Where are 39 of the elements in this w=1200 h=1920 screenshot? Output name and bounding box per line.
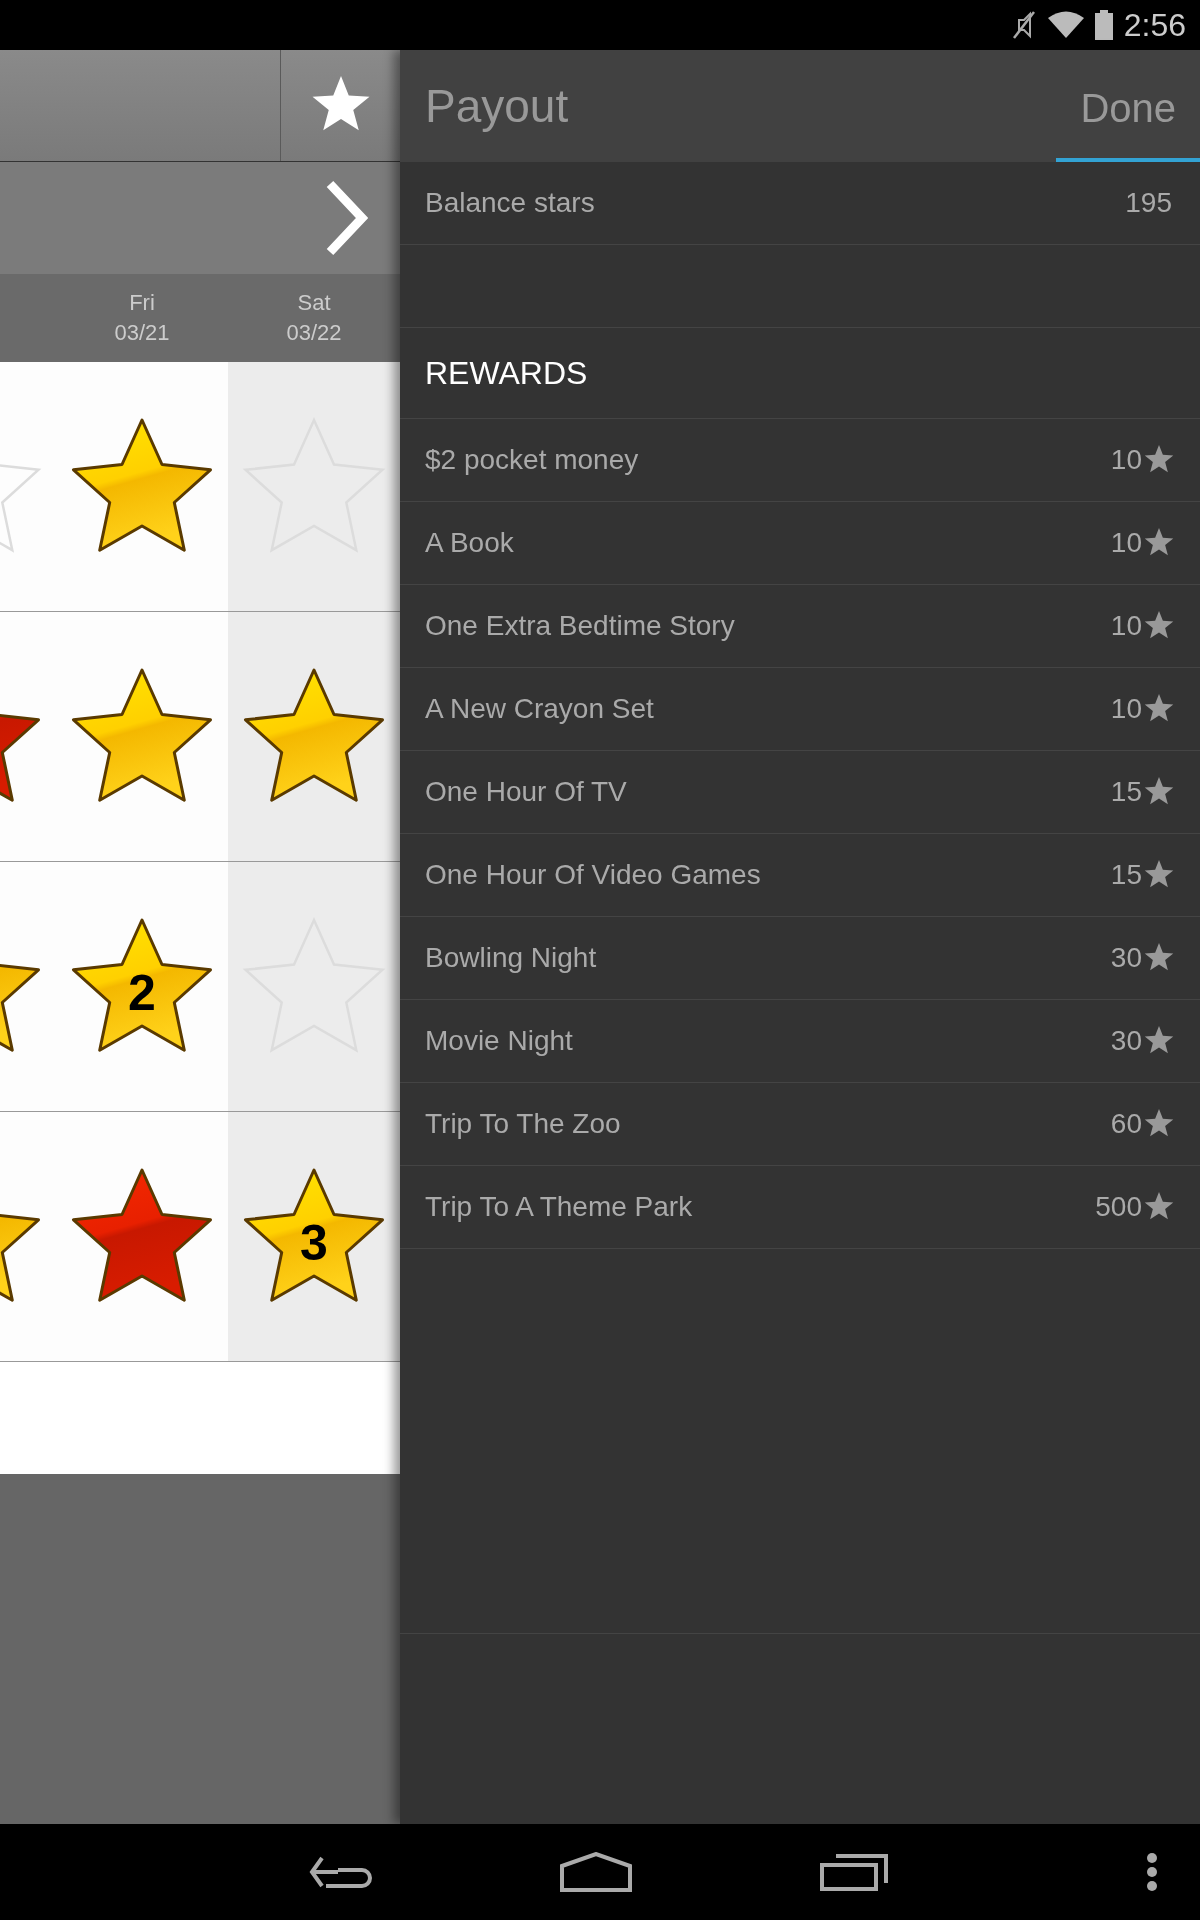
recent-apps-icon[interactable] [820,1853,888,1891]
panel-title: Payout [425,79,569,133]
reward-item[interactable]: Trip To The Zoo 60 [400,1083,1200,1166]
reward-item[interactable]: Trip To A Theme Park 500 [400,1166,1200,1249]
star-icon [1144,1026,1174,1056]
reward-item[interactable]: Movie Night 30 [400,1000,1200,1083]
star-count: 3 [300,1214,328,1271]
star-icon [1144,860,1174,890]
reward-item[interactable]: One Hour Of Video Games 15 [400,834,1200,917]
star-icon [1144,611,1174,641]
star-icon [1144,528,1174,558]
star-icon [1144,445,1174,475]
balance-label: Balance stars [425,187,595,219]
home-icon[interactable] [560,1852,632,1892]
star-icon [1144,1109,1174,1139]
day-label: Sat [297,290,331,316]
balance-value: 195 [1125,187,1173,219]
section-title: REWARDS [425,354,588,392]
date-label: 03/21 [114,320,170,346]
star-icon [1144,1192,1174,1222]
reward-item[interactable]: One Hour Of TV 15 [400,751,1200,834]
date-label: 03/22 [286,320,342,346]
day-label: Fri [129,290,155,316]
star-count: 2 [128,964,156,1021]
chevron-right-icon[interactable] [324,180,368,256]
reward-item[interactable]: $2 pocket money 10 [400,419,1200,502]
battery-icon [1093,10,1114,40]
star-icon [1144,943,1174,973]
star-icon [1144,777,1174,807]
reward-item[interactable]: A Book 10 [400,502,1200,585]
reward-item[interactable]: One Extra Bedtime Story 10 [400,585,1200,668]
wifi-icon [1047,11,1084,39]
done-button[interactable]: Done [1056,50,1200,162]
reward-item[interactable]: Bowling Night 30 [400,917,1200,1000]
back-icon[interactable] [308,1854,374,1890]
more-options-icon[interactable] [1146,1852,1158,1892]
reward-item[interactable]: A New Crayon Set 10 [400,668,1200,751]
star-icon [1144,694,1174,724]
clock-time: 2:56 [1123,6,1186,44]
